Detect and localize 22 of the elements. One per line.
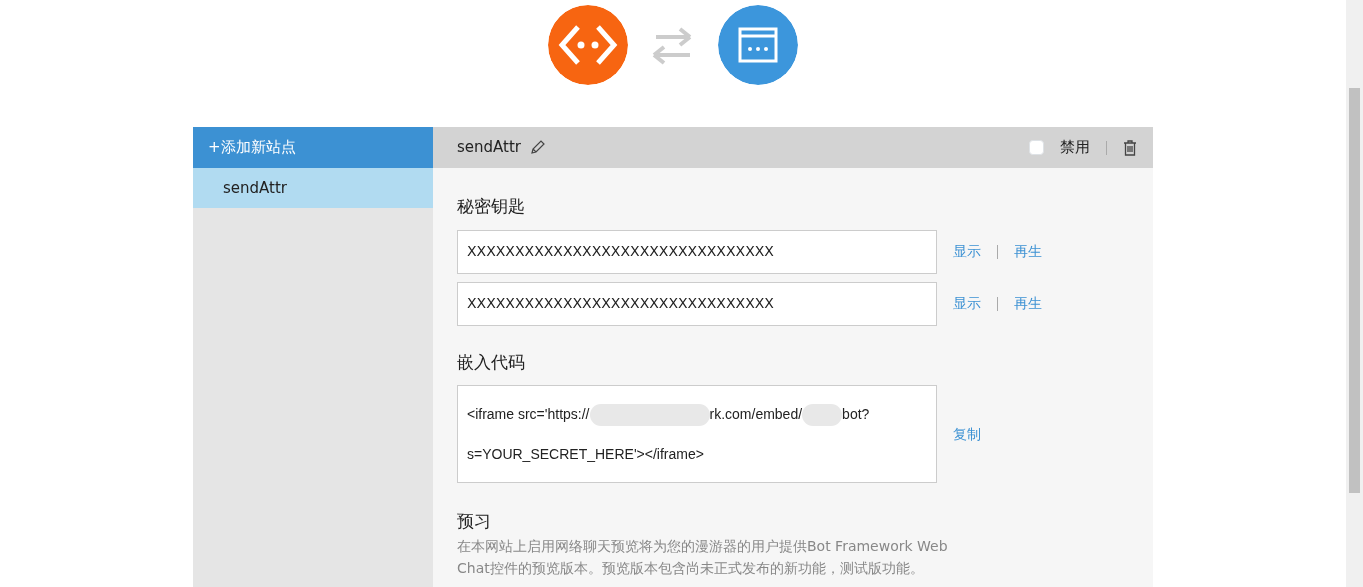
embed-code-field[interactable]: <iframe src='https:// rk.com/embed/ bot? s=YOUR_SECRET_HERE'></iframe> xyxy=(457,385,937,483)
section-heading: 嵌入代码 xyxy=(457,350,526,374)
show-link[interactable]: 显示 xyxy=(953,241,981,262)
copy-link[interactable]: 复制 xyxy=(953,423,981,445)
show-link[interactable]: 显示 xyxy=(953,293,981,314)
section-heading: 预习 xyxy=(457,510,492,533)
site-name: sendAttr xyxy=(457,137,521,159)
preview-description: 在本网站上启用网络聊天预览将为您的漫游器的用户提供Bot Framework Web Chat控件的预览版本。预览版本包含尚未正式发布的新功能，测试版功能。 xyxy=(457,536,949,578)
scrollbar[interactable] xyxy=(1346,0,1363,587)
trash-icon[interactable] xyxy=(1123,139,1137,156)
regenerate-link[interactable]: 再生 xyxy=(1014,241,1042,262)
add-site-button[interactable]: +添加新站点 xyxy=(193,127,433,168)
code-icon xyxy=(548,5,628,85)
regenerate-link[interactable]: 再生 xyxy=(1014,293,1042,314)
secret-key-field[interactable]: XXXXXXXXXXXXXXXXXXXXXXXXXXXXXXXX xyxy=(457,281,937,326)
browser-window-icon xyxy=(718,5,798,85)
secret-key-field[interactable]: XXXXXXXXXXXXXXXXXXXXXXXXXXXXXXXX xyxy=(457,229,937,274)
site-list-item[interactable]: sendAttr xyxy=(193,168,433,208)
disable-checkbox[interactable] xyxy=(1029,140,1044,155)
edit-icon[interactable] xyxy=(529,139,545,156)
disable-label: 禁用 xyxy=(1060,137,1090,159)
section-heading: 秘密钥匙 xyxy=(457,195,526,218)
